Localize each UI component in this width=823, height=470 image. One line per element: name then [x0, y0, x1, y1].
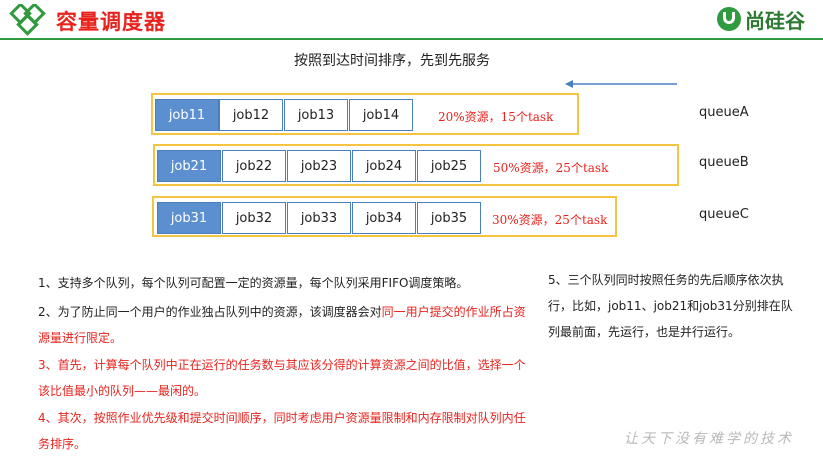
brand: 尚硅谷: [717, 5, 805, 33]
job-cell: job11: [155, 99, 219, 131]
job-cell: job25: [417, 150, 481, 182]
job-cell: job24: [352, 150, 416, 182]
queue-c-box: job31 job32 job33 job34 job35 30%资源，25个t…: [152, 196, 617, 237]
note-4: 4、其次，按照作业优先级和提交时间顺序，同时考虑用户资源量限制和内存限制对队列内…: [38, 411, 526, 451]
job-cell: job14: [349, 99, 413, 131]
page-title: 容量调度器: [56, 10, 166, 34]
queue-a-label: queueA: [699, 105, 749, 120]
left-arrow-icon: [565, 80, 677, 88]
note-3: 3、首先，计算每个队列中正在运行的任务数与其应该分得的计算资源之间的比值，选择一…: [38, 358, 526, 398]
note-2: 2、为了防止同一个用户的作业独占队列中的资源，该调度器会对同一用户提交的作业所占…: [38, 299, 528, 351]
queue-c-info: 30%资源，25个task: [492, 213, 608, 227]
queue-a-info: 20%资源，15个task: [438, 110, 554, 124]
job-cell: job13: [284, 99, 348, 131]
queue-b-label: queueB: [699, 155, 749, 170]
job-cell: job31: [157, 202, 221, 234]
note-2-text: 2、为了防止同一个用户的作业独占队列中的资源，该调度器会对: [38, 305, 382, 319]
note-5: 5、三个队列同时按照任务的先后顺序依次执行，比如，job11、job21和job…: [548, 273, 793, 339]
job-cell: job35: [417, 202, 481, 234]
job-cell: job22: [222, 150, 286, 182]
header: 容量调度器 尚硅谷: [0, 0, 823, 38]
job-cell: job12: [219, 99, 283, 131]
diamond-logo-icon: [9, 4, 46, 36]
job-cell: job32: [222, 202, 286, 234]
job-cell: job21: [157, 150, 221, 182]
job-cell: job23: [287, 150, 351, 182]
queue-a-box: job11 job12 job13 job14 20%资源，15个task: [151, 93, 579, 135]
queue-b-info: 50%资源，25个task: [493, 161, 609, 175]
brand-logo-icon: [717, 7, 741, 31]
watermark: 让天下没有难学的技术: [624, 431, 794, 447]
queue-c-label: queueC: [699, 207, 749, 222]
note-1: 1、支持多个队列，每个队列可配置一定的资源量，每个队列采用FIFO调度策略。: [38, 276, 469, 290]
subtitle: 按照到达时间排序，先到先服务: [294, 53, 490, 69]
header-divider: [0, 38, 823, 40]
job-cell: job33: [287, 202, 351, 234]
brand-name: 尚硅谷: [745, 8, 805, 33]
job-cell: job34: [352, 202, 416, 234]
queue-b-box: job21 job22 job23 job24 job25 50%资源，25个t…: [153, 144, 679, 186]
